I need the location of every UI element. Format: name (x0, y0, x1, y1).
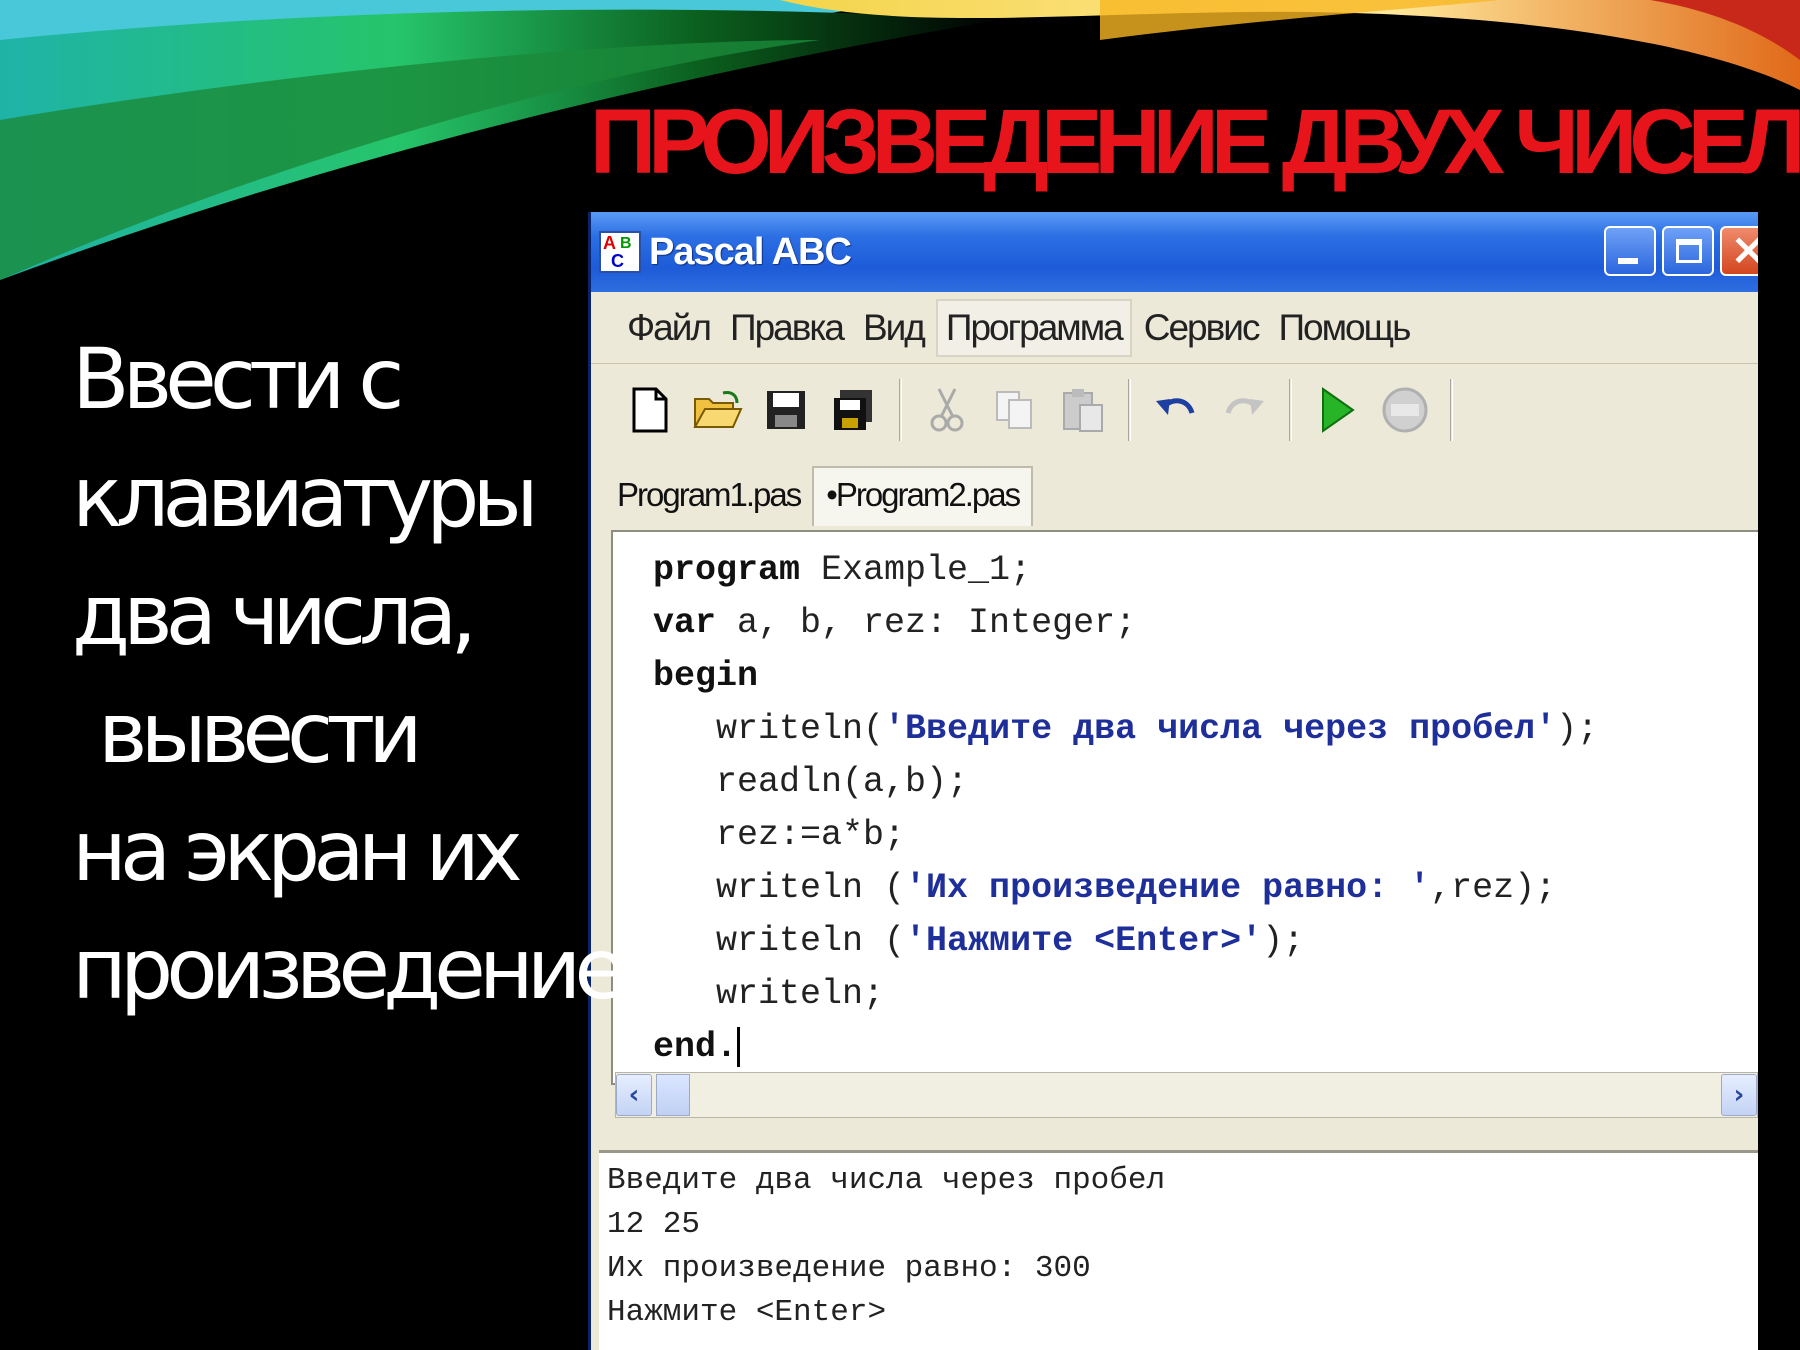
copy-icon (996, 391, 1032, 429)
toolbar-separator (1289, 379, 1292, 441)
chevron-left-icon: ‹ (628, 1080, 640, 1110)
save-button[interactable] (757, 381, 815, 439)
window-title: Pascal ABC (649, 230, 852, 273)
file-tabs: Program1.pas •Program2.pas (591, 456, 1758, 526)
toolbar-separator (1128, 379, 1131, 441)
output-line: Их произведение равно: 300 (607, 1251, 1091, 1286)
paste-button[interactable] (1054, 381, 1112, 439)
cut-button[interactable] (918, 381, 976, 439)
toolbar-separator (899, 379, 902, 441)
text-caret (737, 1026, 741, 1067)
toolbar (591, 364, 1758, 456)
code-line: begin (653, 656, 759, 696)
maximize-icon (1676, 239, 1702, 263)
code-line: var a, b, rez: Integer; (653, 603, 1137, 643)
code-editor[interactable]: program Example_1; var a, b, rez: Intege… (611, 530, 1758, 1085)
scrollbar-thumb[interactable] (656, 1074, 690, 1116)
run-icon (1322, 387, 1355, 433)
output-line: Нажмите <Enter> (607, 1295, 887, 1330)
code-text: program Example_1; var a, b, rez: Intege… (613, 532, 1758, 1074)
menu-edit[interactable]: Правка (722, 301, 851, 355)
menu-bar: Файл Правка Вид Программа Сервис Помощь (591, 292, 1758, 364)
toolbar-separator (1450, 379, 1453, 441)
save-all-icon (834, 390, 872, 430)
code-line: end. (653, 1021, 1758, 1074)
output-line: Введите два числа через пробел (607, 1163, 1166, 1198)
window-titlebar[interactable]: A B C Pascal ABC × (591, 212, 1758, 292)
menu-view[interactable]: Вид (855, 301, 932, 355)
redo-button[interactable] (1215, 381, 1273, 439)
redo-icon (1225, 398, 1264, 415)
code-line: program Example_1; (653, 550, 1032, 590)
scroll-left-button[interactable]: ‹ (616, 1074, 652, 1116)
output-line: 12 25 (607, 1207, 701, 1242)
horizontal-scrollbar[interactable]: ‹ › (615, 1072, 1758, 1118)
stop-button[interactable] (1376, 381, 1434, 439)
chevron-right-icon: › (1733, 1080, 1745, 1110)
code-line: readln(a,b); (653, 762, 969, 802)
output-panel[interactable]: Введите два числа через пробел 12 25 Их … (599, 1150, 1758, 1350)
code-line: rez:=a*b; (653, 815, 906, 855)
body-line: два числа, (72, 566, 477, 664)
save-icon (767, 391, 805, 429)
app-icon: A B C (599, 231, 641, 273)
undo-button[interactable] (1147, 381, 1205, 439)
paste-icon (1063, 389, 1103, 432)
slide-body-text: Ввести с клавиатуры два числа, вывести н… (72, 320, 712, 1028)
body-line: на экран их (72, 802, 523, 900)
close-icon: × (1730, 224, 1758, 275)
menu-service[interactable]: Сервис (1136, 301, 1267, 355)
minimize-button[interactable] (1604, 226, 1656, 276)
body-line: клавиатуры (72, 448, 539, 546)
tab-program2[interactable]: •Program2.pas (812, 466, 1034, 526)
minimize-icon (1618, 258, 1638, 264)
body-line: Ввести с (72, 330, 404, 428)
slide-title: ПРОИЗВЕДЕНИЕ ДВУХ ЧИСЕЛ (590, 91, 1800, 193)
stop-icon (1382, 387, 1428, 433)
code-line: writeln ('Их произведение равно: ',rez); (653, 868, 1557, 908)
code-line: writeln; (653, 974, 885, 1014)
pascal-abc-window: A B C Pascal ABC × Файл Правка Вид Прогр… (588, 212, 1758, 1350)
menu-help[interactable]: Помощь (1270, 301, 1417, 355)
cut-icon (930, 388, 964, 432)
run-button[interactable] (1308, 381, 1366, 439)
maximize-button[interactable] (1662, 226, 1714, 276)
body-line: произведение (72, 920, 626, 1018)
code-line: writeln('Введите два числа через пробел'… (653, 709, 1599, 749)
copy-button[interactable] (986, 381, 1044, 439)
code-line: writeln ('Нажмите <Enter>'); (653, 921, 1305, 961)
menu-program[interactable]: Программа (935, 298, 1132, 357)
body-line: вывести (98, 684, 423, 782)
save-all-button[interactable] (825, 381, 883, 439)
close-button[interactable]: × (1720, 224, 1758, 276)
scroll-right-button[interactable]: › (1721, 1074, 1757, 1116)
undo-icon (1156, 398, 1195, 415)
